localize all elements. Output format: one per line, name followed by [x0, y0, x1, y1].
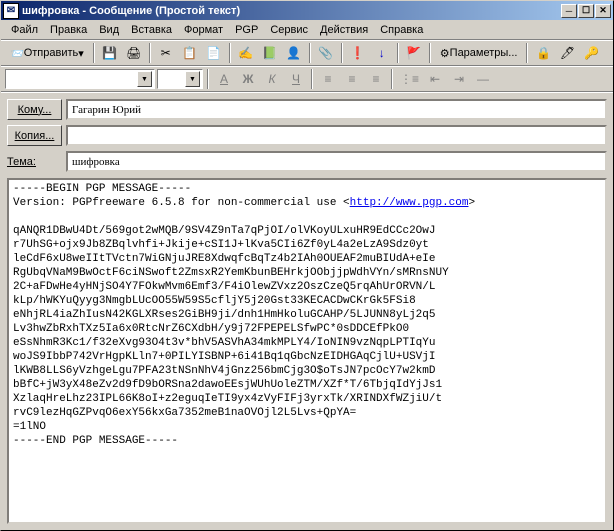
pgp-sign-icon[interactable]: 🖊: [556, 42, 578, 64]
to-button[interactable]: Кому...: [7, 99, 62, 120]
to-field[interactable]: [66, 99, 607, 120]
options-button[interactable]: ⚙ Параметры...: [435, 42, 523, 64]
importance-low-icon[interactable]: ↓: [371, 42, 393, 64]
align-right-icon: ≡: [365, 68, 387, 90]
address-book-icon[interactable]: 📗: [259, 42, 281, 64]
pgp-link[interactable]: http://www.pgp.com: [350, 197, 469, 209]
header-fields: Кому... Копия... Тема:: [1, 92, 613, 178]
underline-icon: Ч: [285, 68, 307, 90]
subject-label: Тема:: [7, 156, 62, 168]
menu-help[interactable]: Справка: [374, 22, 429, 38]
cc-field[interactable]: [66, 125, 607, 146]
app-icon: ✉: [3, 3, 19, 19]
chevron-down-icon: ▼: [137, 71, 152, 87]
pgp-encrypt-icon[interactable]: 🔒: [532, 42, 554, 64]
message-body[interactable]: -----BEGIN PGP MESSAGE----- Version: PGP…: [7, 178, 607, 524]
send-label: Отправить: [24, 47, 79, 59]
menu-file[interactable]: Файл: [5, 22, 44, 38]
menu-service[interactable]: Сервис: [264, 22, 314, 38]
signature-icon[interactable]: ✍: [235, 42, 257, 64]
paste-icon[interactable]: 📄: [203, 42, 225, 64]
menu-format[interactable]: Формат: [178, 22, 229, 38]
copy-icon[interactable]: 📋: [179, 42, 201, 64]
align-center-icon: ≡: [341, 68, 363, 90]
send-button[interactable]: 📨 Отправить ▾: [5, 42, 89, 64]
importance-high-icon[interactable]: ❗: [347, 42, 369, 64]
window-title: шифровка - Сообщение (Простой текст): [22, 5, 561, 17]
indent-decrease-icon: ⇤: [424, 68, 446, 90]
bold-icon: Ж: [237, 68, 259, 90]
font-size-combo: ▼: [157, 69, 203, 89]
close-button[interactable]: ✕: [595, 4, 611, 18]
font-family-combo: ▼: [5, 69, 155, 89]
cut-icon[interactable]: ✂: [155, 42, 177, 64]
subject-field[interactable]: [66, 151, 607, 172]
titlebar: ✉ шифровка - Сообщение (Простой текст) ─…: [1, 1, 613, 20]
check-names-icon[interactable]: 👤: [283, 42, 305, 64]
attach-icon[interactable]: 📎: [315, 42, 337, 64]
menu-pgp[interactable]: PGP: [229, 22, 264, 38]
align-left-icon: ≡: [317, 68, 339, 90]
indent-increase-icon: ⇥: [448, 68, 470, 90]
minimize-button[interactable]: ─: [561, 4, 577, 18]
options-label: Параметры...: [450, 47, 518, 59]
hr-icon: —: [472, 68, 494, 90]
menu-view[interactable]: Вид: [93, 22, 125, 38]
italic-icon: К: [261, 68, 283, 90]
bullets-icon: ⋮≡: [397, 68, 422, 90]
flag-icon[interactable]: 🚩: [403, 42, 425, 64]
toolbar-format: ▼ ▼ A Ж К Ч ≡ ≡ ≡ ⋮≡ ⇤ ⇥ —: [1, 66, 613, 92]
maximize-button[interactable]: ☐: [578, 4, 594, 18]
menu-insert[interactable]: Вставка: [125, 22, 178, 38]
chevron-down-icon: ▼: [185, 71, 200, 87]
cc-button[interactable]: Копия...: [7, 125, 62, 146]
menu-edit[interactable]: Правка: [44, 22, 93, 38]
menubar: Файл Правка Вид Вставка Формат PGP Серви…: [1, 20, 613, 40]
save-icon[interactable]: 💾: [99, 42, 121, 64]
font-color-icon: A: [213, 68, 235, 90]
toolbar-main: 📨 Отправить ▾ 💾 🖨 ✂ 📋 📄 ✍ 📗 👤 📎 ❗ ↓ 🚩 ⚙ …: [1, 40, 613, 66]
print-icon[interactable]: 🖨: [123, 42, 145, 64]
menu-actions[interactable]: Действия: [314, 22, 374, 38]
pgp-keys-icon[interactable]: 🔑: [580, 42, 602, 64]
